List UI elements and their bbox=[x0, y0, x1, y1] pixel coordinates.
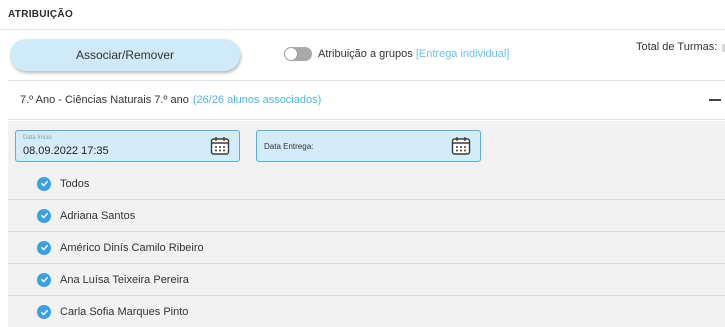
check-circle-icon[interactable] bbox=[37, 240, 51, 255]
section-title: ATRIBUIÇÃO bbox=[8, 9, 74, 20]
top-divider bbox=[0, 29, 725, 30]
group-assignment-toggle[interactable]: Atribuição a grupos [Entrega individual] bbox=[284, 47, 509, 61]
student-name: Adriana Santos bbox=[60, 209, 136, 222]
toggle-knob bbox=[285, 48, 297, 60]
calendar-icon[interactable] bbox=[450, 135, 472, 157]
student-row[interactable]: Ana Luísa Teixeira Pereira bbox=[8, 264, 725, 296]
collapse-icon[interactable] bbox=[709, 99, 721, 101]
class-group-title: 7.º Ano - Ciências Naturais 7.º ano (26/2… bbox=[20, 94, 321, 106]
toggle-label-text: Atribuição a grupos bbox=[318, 48, 413, 60]
due-date-field[interactable]: Data Entrega: bbox=[256, 130, 481, 162]
toggle-hint: [Entrega individual] bbox=[415, 48, 510, 60]
total-classes-label: Total de Turmas: bbox=[636, 41, 718, 53]
check-circle-icon[interactable] bbox=[37, 272, 51, 287]
class-group-header[interactable]: 7.º Ano - Ciências Naturais 7.º ano (26/2… bbox=[8, 80, 725, 120]
toggle-label: Atribuição a grupos [Entrega individual] bbox=[318, 48, 509, 60]
student-row-all[interactable]: Todos bbox=[8, 168, 725, 200]
class-group-name: 7.º Ano - Ciências Naturais 7.º ano bbox=[20, 94, 189, 106]
check-circle-icon[interactable] bbox=[37, 305, 51, 319]
check-circle-icon[interactable] bbox=[37, 208, 51, 223]
start-date-value: 08.09.2022 17:35 bbox=[23, 145, 109, 157]
associate-remove-button[interactable]: Associar/Remover bbox=[10, 39, 240, 71]
student-row[interactable]: Adriana Santos bbox=[8, 200, 725, 232]
calendar-icon[interactable] bbox=[209, 135, 231, 157]
student-row[interactable]: Américo Dinís Camilo Ribeiro bbox=[8, 232, 725, 264]
student-row[interactable]: Carla Sofia Marques Pinto bbox=[8, 296, 725, 327]
student-name: Américo Dinís Camilo Ribeiro bbox=[60, 241, 204, 254]
start-date-label: Data Início bbox=[23, 135, 52, 141]
student-name: Carla Sofia Marques Pinto bbox=[60, 306, 189, 318]
student-name: Todos bbox=[60, 177, 90, 190]
student-name: Ana Luísa Teixeira Pereira bbox=[60, 273, 189, 286]
association-count: (26/26 alunos associados) bbox=[192, 94, 322, 106]
start-date-field[interactable]: Data Início 08.09.2022 17:35 bbox=[15, 130, 240, 162]
check-circle-icon[interactable] bbox=[37, 176, 51, 191]
toggle-switch[interactable] bbox=[284, 47, 312, 61]
due-date-label: Data Entrega: bbox=[264, 142, 314, 151]
